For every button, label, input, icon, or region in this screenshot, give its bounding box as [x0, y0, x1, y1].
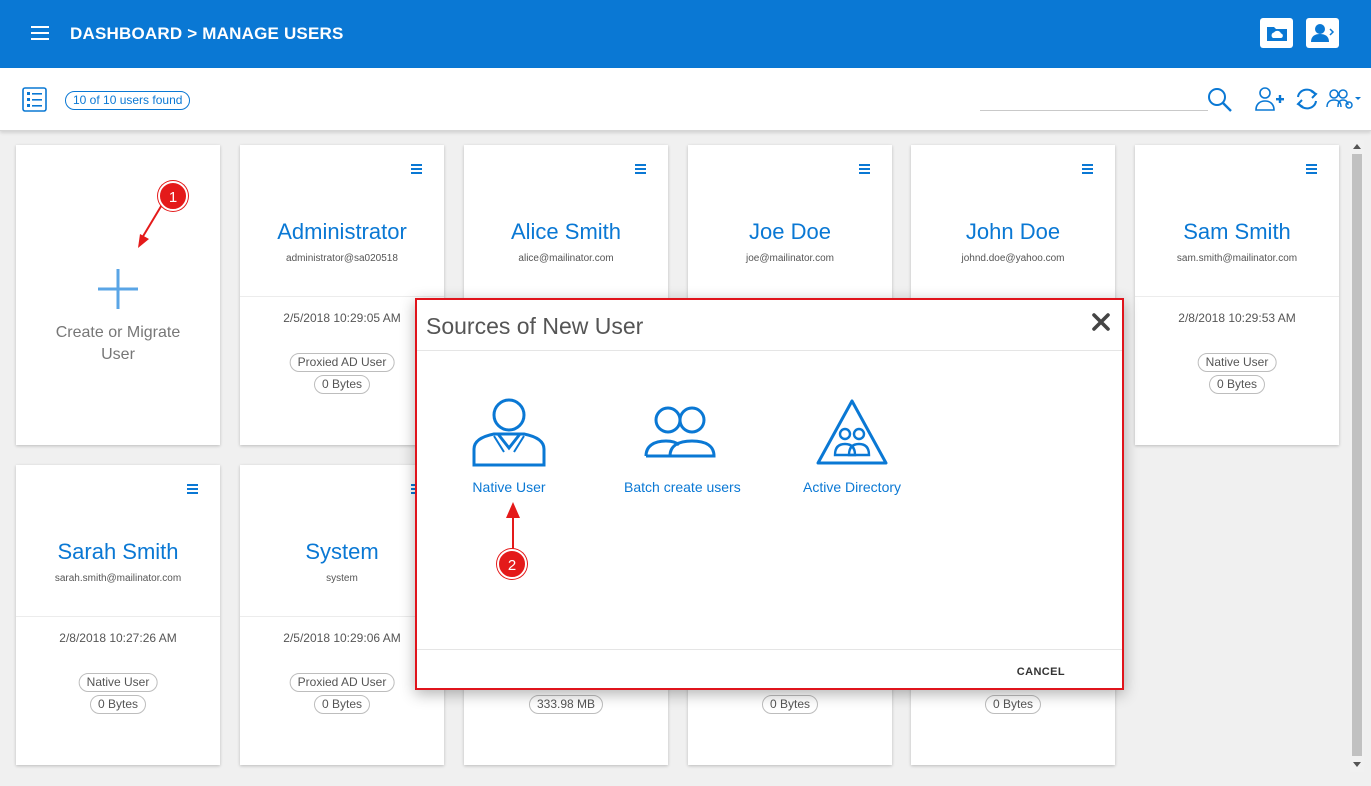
option-label: Batch create users [624, 479, 741, 495]
user-type-badge: Native User [78, 673, 158, 692]
option-label: Native User [472, 479, 546, 495]
user-name: Joe Doe [749, 219, 831, 244]
user-date: 2/5/2018 10:29:06 AM [283, 631, 401, 645]
card-menu-icon[interactable] [187, 484, 198, 494]
user-name: System [305, 539, 379, 564]
storage-size-badge: 0 Bytes [1208, 375, 1266, 394]
annotation-badge: 2 [497, 549, 527, 579]
user-email: joe@mailinator.com [746, 253, 834, 264]
user-name: John Doe [965, 219, 1061, 244]
list-view-icon[interactable] [22, 87, 47, 112]
user-type-badge: Native User [1197, 353, 1277, 372]
create-user-label: Create or Migrate User [55, 324, 181, 363]
active-directory-option[interactable]: Active Directory [803, 398, 901, 495]
group-settings-icon[interactable] [1326, 88, 1362, 110]
user-date: 2/8/2018 10:27:26 AM [59, 631, 177, 645]
batch-users-icon [644, 406, 716, 458]
plus-icon [98, 269, 138, 309]
cancel-button[interactable]: CANCEL [1017, 666, 1065, 678]
scrollbar[interactable] [1350, 140, 1364, 772]
user-card[interactable]: System system 2/5/2018 10:29:06 AM Proxi… [240, 465, 444, 765]
annotation-arrow [506, 502, 520, 552]
folder-cloud-button[interactable] [1260, 18, 1293, 48]
user-name: Alice Smith [510, 219, 622, 244]
user-email: alice@mailinator.com [518, 253, 614, 264]
search-input[interactable] [980, 110, 1208, 111]
option-label: Active Directory [803, 479, 902, 495]
add-user-icon[interactable] [1255, 86, 1285, 112]
modal-divider [417, 350, 1122, 351]
folder-cloud-icon [1266, 27, 1287, 41]
card-divider [240, 616, 444, 617]
batch-create-users-option[interactable]: Batch create users [624, 398, 741, 495]
create-user-card[interactable]: Create or Migrate User [16, 145, 220, 445]
sources-modal: Sources of New User Native User Batch cr… [415, 298, 1124, 690]
scroll-down-icon[interactable] [1353, 762, 1361, 767]
user-account-icon [1310, 24, 1334, 42]
active-directory-icon [816, 399, 888, 465]
storage-size-badge: 0 Bytes [761, 695, 819, 714]
scroll-thumb[interactable] [1352, 154, 1362, 756]
storage-size-badge: 0 Bytes [313, 695, 371, 714]
storage-size-badge: 0 Bytes [89, 695, 147, 714]
user-type-badge: Proxied AD User [289, 673, 395, 692]
page-title: DASHBOARD > MANAGE USERS [70, 24, 344, 43]
user-card[interactable]: Administrator administrator@sa020518 2/5… [240, 145, 444, 445]
modal-divider [417, 649, 1122, 650]
user-email: sam.smith@mailinator.com [1176, 253, 1298, 264]
annotation-badge: 1 [158, 181, 188, 211]
user-email: johnd.doe@yahoo.com [961, 253, 1065, 264]
user-name: Sam Smith [1183, 219, 1291, 244]
menu-icon[interactable] [31, 26, 49, 40]
card-menu-icon[interactable] [859, 164, 870, 174]
users-count-badge: 10 of 10 users found [65, 91, 191, 110]
user-name: Administrator [277, 219, 407, 244]
card-menu-icon[interactable] [1082, 164, 1093, 174]
scroll-up-icon[interactable] [1353, 144, 1361, 149]
card-divider [16, 616, 220, 617]
modal-title: Sources of New User [426, 313, 644, 339]
native-user-option[interactable]: Native User [471, 398, 547, 495]
sync-icon[interactable] [1294, 87, 1320, 111]
app-header: DASHBOARD > MANAGE USERS [0, 0, 1371, 68]
user-account-button[interactable] [1306, 18, 1339, 48]
user-date: 2/8/2018 10:29:53 AM [1178, 311, 1296, 325]
user-email: system [326, 573, 358, 584]
storage-size-badge: 0 Bytes [313, 375, 371, 394]
user-type-badge: Proxied AD User [289, 353, 395, 372]
native-user-icon [472, 398, 546, 467]
user-card[interactable]: Sarah Smith sarah.smith@mailinator.com 2… [16, 465, 220, 765]
user-date: 2/5/2018 10:29:05 AM [283, 311, 401, 325]
close-icon[interactable] [1091, 312, 1111, 332]
toolbar: 10 of 10 users found [0, 68, 1371, 131]
card-divider [1135, 296, 1339, 297]
search-icon[interactable] [1207, 87, 1233, 113]
user-email: administrator@sa020518 [286, 253, 398, 264]
card-menu-icon[interactable] [1306, 164, 1317, 174]
card-divider [240, 296, 444, 297]
card-menu-icon[interactable] [635, 164, 646, 174]
user-card[interactable]: Sam Smith sam.smith@mailinator.com 2/8/2… [1135, 145, 1339, 445]
user-name: Sarah Smith [57, 539, 179, 564]
storage-size-badge: 0 Bytes [984, 695, 1042, 714]
card-menu-icon[interactable] [411, 164, 422, 174]
user-email: sarah.smith@mailinator.com [54, 573, 182, 584]
storage-size-badge: 333.98 MB [528, 695, 604, 714]
